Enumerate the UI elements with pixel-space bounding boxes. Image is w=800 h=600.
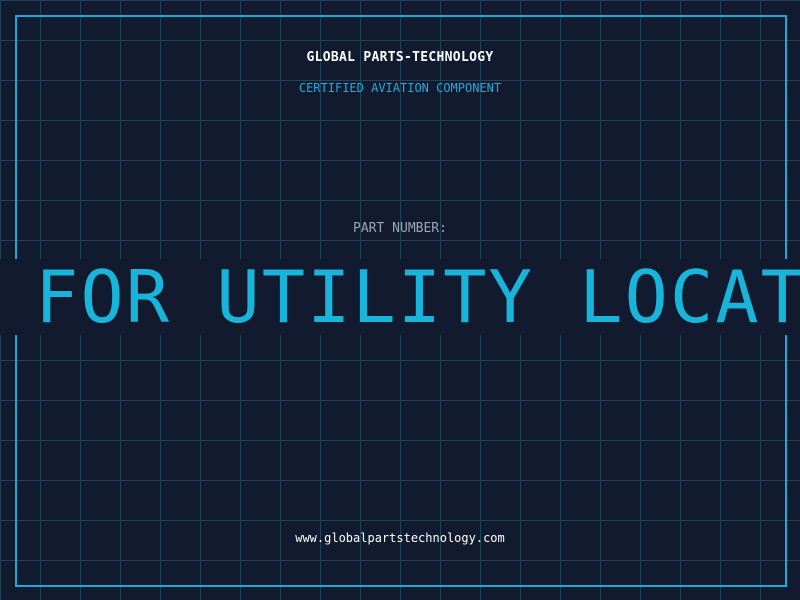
part-number-label: PART NUMBER:: [353, 221, 447, 236]
brand-title: GLOBAL PARTS-TECHNOLOGY: [306, 50, 494, 65]
website-url: www.globalpartstechnology.com: [295, 531, 505, 545]
certificate-canvas: GLOBAL PARTS-TECHNOLOGY CERTIFIED AVIATI…: [0, 0, 800, 600]
part-number-value: FOR UTILITY LOCAT: [35, 259, 800, 335]
part-number-band: FOR UTILITY LOCAT: [0, 259, 800, 335]
brand-subtitle: CERTIFIED AVIATION COMPONENT: [298, 81, 502, 95]
